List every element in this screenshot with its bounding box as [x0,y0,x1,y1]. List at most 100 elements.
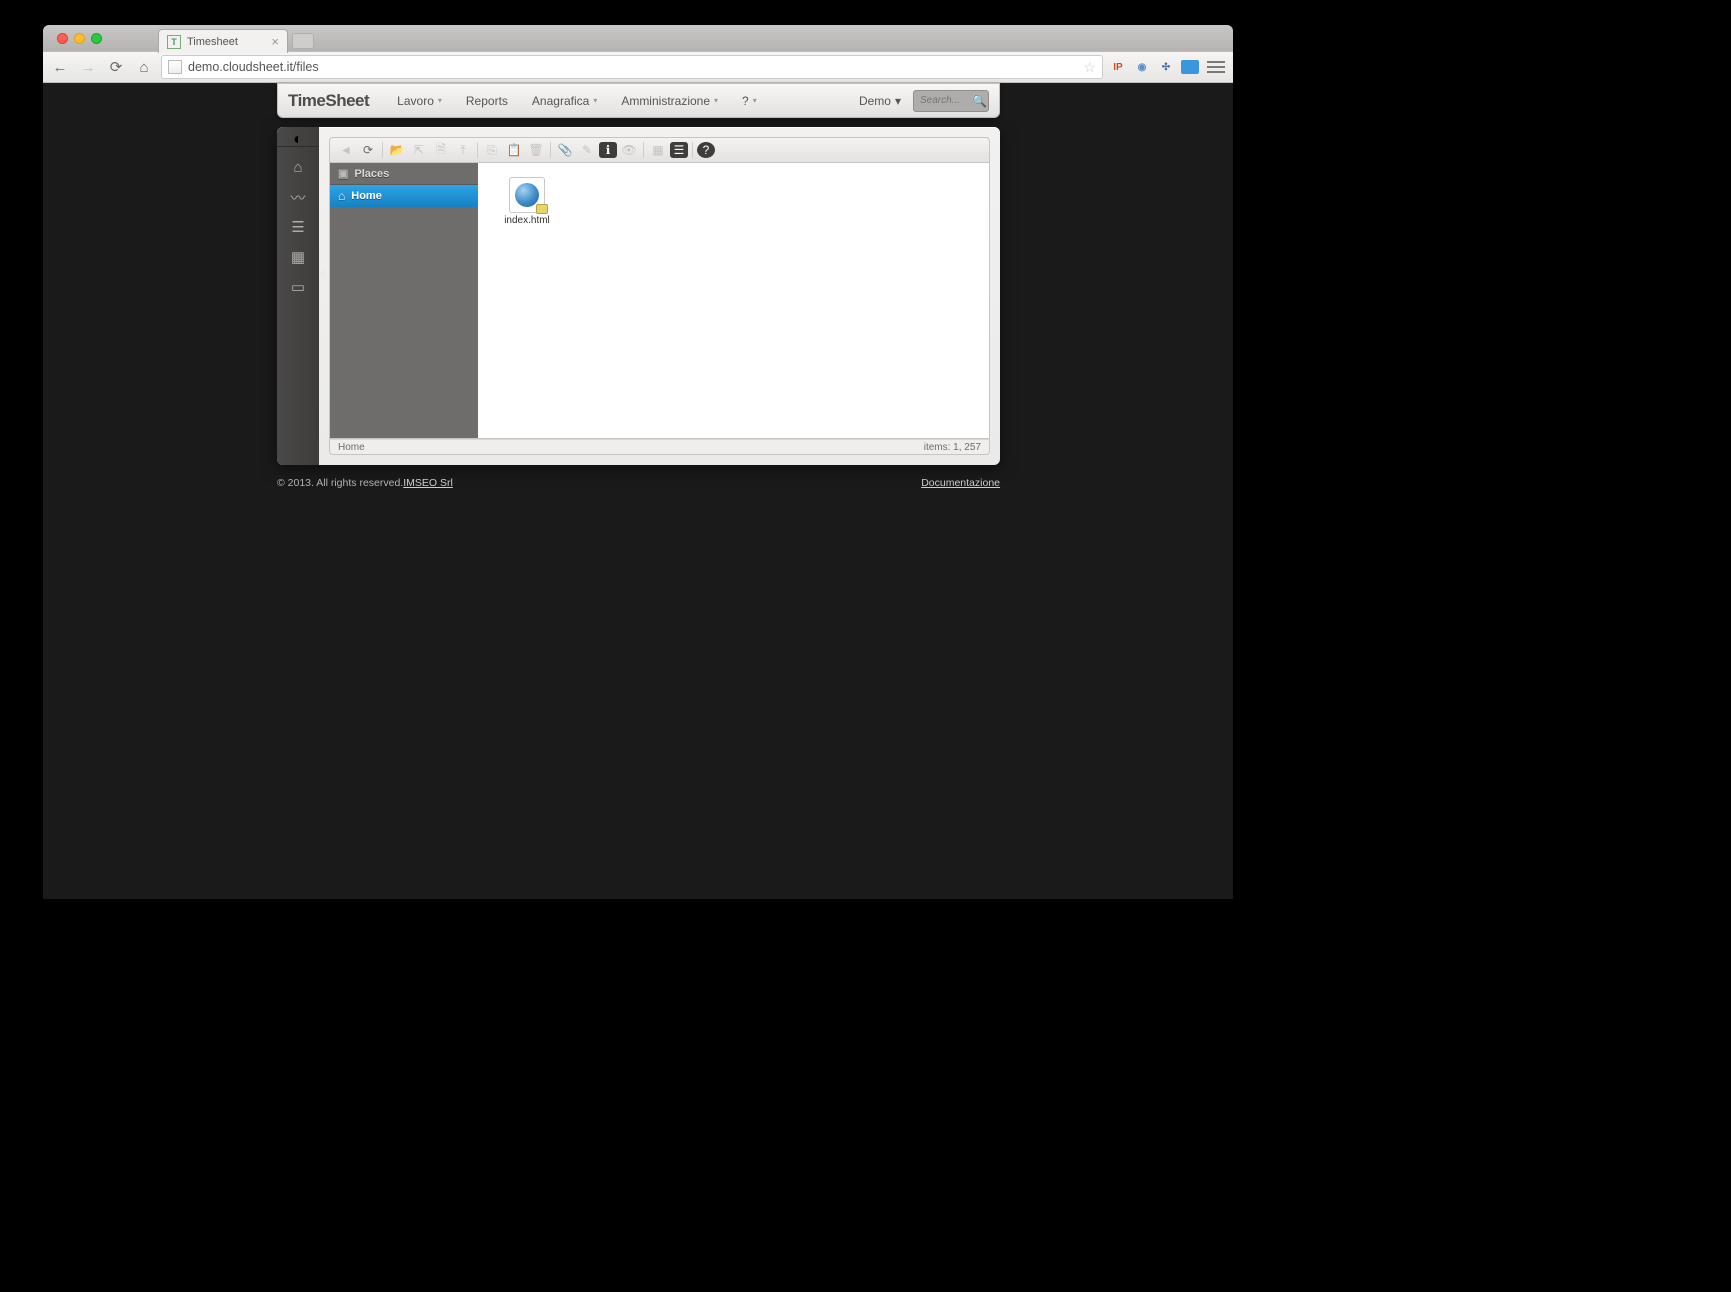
share-extension-icon[interactable]: ✣ [1157,58,1175,76]
page-icon [168,60,182,74]
tree-home-label: Home [351,190,382,202]
fm-info-icon[interactable]: ℹ [599,142,617,158]
separator [477,142,478,158]
app-header: TimeSheet Lavoro ▾ Reports Anagrafica ▾ Am… [277,83,1000,118]
home-icon: ⌂ [338,189,345,203]
fm-tree: ▣ Places ⌂ Home [330,163,478,438]
footer-docs-link[interactable]: Documentazione [921,477,1000,489]
separator [643,142,644,158]
fm-reload-icon[interactable]: ⟳ [358,140,378,160]
tab-close-button[interactable]: × [271,34,279,49]
status-items: items: 1, 257 [924,442,981,453]
nav-anagrafica-label: Anagrafica [532,94,589,108]
new-tab-button[interactable] [292,33,314,49]
app-nav: Lavoro ▾ Reports Anagrafica ▾ Amministrazi… [385,94,769,108]
chevron-down-icon: ▾ [895,94,901,108]
file-label: index.html [504,215,550,226]
sidebar-calendar-icon[interactable]: ▦ [288,247,308,267]
user-menu[interactable]: Demo ▾ [859,94,901,108]
fm-main: ▣ Places ⌂ Home [329,163,990,439]
html-file-icon [509,177,545,213]
file-item[interactable]: index.html [500,177,554,226]
nav-amministrazione[interactable]: Amministrazione ▾ [609,94,730,108]
fm-open-icon[interactable]: 📂 [387,140,407,160]
extension-icons: IP ◉ ✣ [1109,58,1199,76]
fm-attach-icon[interactable]: 📎 [555,140,575,160]
fm-file-view[interactable]: index.html [478,163,989,438]
browser-nav-bar: ← → ⟳ ⌂ demo.cloudsheet.it/files ☆ IP ◉ … [43,51,1233,83]
fm-folder-up-icon[interactable]: ⇱ [409,140,429,160]
chevron-down-icon: ▾ [753,96,757,105]
url-field[interactable]: demo.cloudsheet.it/files ☆ [161,55,1103,79]
sidebar-stack-icon[interactable]: ☰ [288,217,308,237]
home-button[interactable]: ⌂ [133,56,155,78]
screen-extension-icon[interactable] [1181,60,1199,74]
nav-amministrazione-label: Amministrazione [621,94,710,108]
separator [692,142,693,158]
app-footer: © 2013. All rights reserved. IMSEO Srl D… [277,477,1000,489]
fm-grid-view-icon[interactable]: ▦ [648,140,668,160]
fm-copy-icon[interactable]: ⎘ [482,140,502,160]
sidebar-card-icon[interactable]: ▭ [288,277,308,297]
app-logo: TimeSheet [288,91,369,111]
tree-home-item[interactable]: ⌂ Home [330,185,478,207]
fm-upload-icon[interactable]: ⤒ [453,140,473,160]
browser-tab-bar: T Timesheet × [43,25,1233,51]
browser-tab[interactable]: T Timesheet × [158,29,288,53]
window-controls [51,33,108,44]
tree-places-header[interactable]: ▣ Places [330,163,478,185]
browser-menu-button[interactable] [1205,58,1227,76]
fm-edit-icon[interactable]: ✎ [577,140,597,160]
forward-button[interactable]: → [77,56,99,78]
sidebar-activity-icon[interactable]: 〰 [288,187,308,207]
globe-extension-icon[interactable]: ◉ [1133,58,1151,76]
sidebar-home-icon[interactable]: ⌂ [288,157,308,177]
fm-toolbar: ◄ ⟳ 📂 ⇱ 🗎 ⤒ ⎘ 📋 🗑 📎 ✎ ℹ 👁 [329,137,990,163]
separator [382,142,383,158]
search-input[interactable] [920,95,972,106]
nav-reports-label: Reports [466,94,508,108]
minimize-window-button[interactable] [74,33,85,44]
lock-badge-icon [536,204,548,214]
tab-title: Timesheet [187,36,238,48]
app-body: ◐ ⌂ 〰 ☰ ▦ ▭ ◄ ⟳ 📂 ⇱ 🗎 ⤒ ⎘ 📋 [277,127,1000,465]
fm-newfile-icon[interactable]: 🗎 [431,140,451,160]
fm-help-icon[interactable]: ? [697,142,715,158]
fm-delete-icon[interactable]: 🗑 [526,140,546,160]
chevron-down-icon: ▾ [593,96,597,105]
chevron-down-icon: ▾ [438,96,442,105]
fm-preview-icon[interactable]: 👁 [619,140,639,160]
ip-extension-icon[interactable]: IP [1109,58,1127,76]
search-icon[interactable]: 🔍 [972,94,987,108]
fm-paste-icon[interactable]: 📋 [504,140,524,160]
search-box[interactable]: 🔍 [913,90,989,112]
sidebar-pointer-icon [319,269,325,279]
footer-company-link[interactable]: IMSEO Srl [403,477,453,489]
reload-button[interactable]: ⟳ [105,56,127,78]
nav-lavoro[interactable]: Lavoro ▾ [385,94,454,108]
chevron-down-icon: ▾ [714,96,718,105]
zoom-window-button[interactable] [91,33,102,44]
status-path: Home [338,442,365,453]
fm-status-bar: Home items: 1, 257 [329,439,990,455]
fm-back-icon[interactable]: ◄ [336,140,356,160]
fm-list-view-icon[interactable]: ☰ [670,142,688,158]
nav-lavoro-label: Lavoro [397,94,434,108]
page-content: TimeSheet Lavoro ▾ Reports Anagrafica ▾ Am… [43,83,1233,899]
browser-window: T Timesheet × ← → ⟳ ⌂ demo.cloudsheet.it… [43,25,1233,899]
nav-help-label: ? [742,94,749,108]
nav-help[interactable]: ?▾ [730,94,769,108]
file-manager: ◄ ⟳ 📂 ⇱ 🗎 ⤒ ⎘ 📋 🗑 📎 ✎ ℹ 👁 [319,127,1000,465]
folder-icon: ▣ [338,167,348,180]
sidebar-tab[interactable]: ◐ [277,133,319,147]
close-window-button[interactable] [57,33,68,44]
separator [550,142,551,158]
nav-reports[interactable]: Reports [454,94,520,108]
back-button[interactable]: ← [49,56,71,78]
user-name-label: Demo [859,94,891,108]
bookmark-star-icon[interactable]: ☆ [1083,59,1096,76]
app-sidebar: ◐ ⌂ 〰 ☰ ▦ ▭ [277,127,319,465]
tab-favicon: T [167,35,181,49]
nav-anagrafica[interactable]: Anagrafica ▾ [520,94,609,108]
footer-copyright: © 2013. All rights reserved. [277,477,403,489]
